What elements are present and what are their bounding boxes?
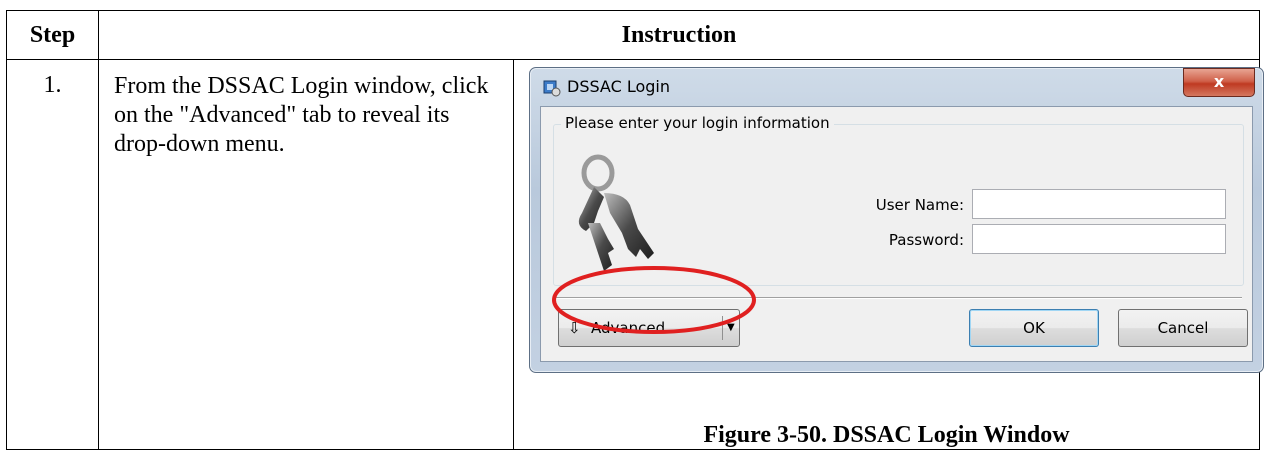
cancel-label: Cancel: [1157, 319, 1209, 337]
cancel-button[interactable]: Cancel: [1118, 309, 1248, 347]
login-groupbox: Please enter your login information User…: [553, 114, 1244, 286]
app-icon: [543, 79, 561, 97]
down-arrow-icon: ⇩: [568, 319, 581, 337]
password-input[interactable]: [972, 224, 1226, 254]
header-step: Step: [6, 10, 99, 60]
group-legend: Please enter your login information: [561, 114, 834, 132]
separator: [553, 297, 1242, 299]
username-label: User Name:: [875, 196, 964, 214]
close-icon: x: [1213, 72, 1225, 91]
ok-label: OK: [1023, 319, 1045, 337]
instruction-text: From the DSSAC Login window, click on th…: [98, 59, 514, 450]
ok-button[interactable]: OK: [969, 309, 1099, 347]
username-input[interactable]: [972, 189, 1226, 219]
figure-cell: DSSAC Login x Please enter your login in…: [513, 59, 1264, 450]
dialog-body: Please enter your login information User…: [540, 106, 1253, 362]
dropdown-arrow-icon[interactable]: ▼: [727, 310, 735, 346]
password-label: Password:: [888, 231, 964, 249]
figure-caption: Figure 3-50. DSSAC Login Window: [703, 422, 1070, 448]
header-instruction: Instruction: [98, 10, 1260, 60]
instruction-table: Step Instruction 1. From the DSSAC Login…: [6, 10, 1264, 450]
split-divider: [722, 316, 723, 340]
close-button[interactable]: x: [1183, 68, 1255, 97]
dialog-title: DSSAC Login: [567, 77, 671, 96]
login-dialog: DSSAC Login x Please enter your login in…: [529, 67, 1264, 373]
advanced-label: Advanced: [591, 319, 666, 337]
advanced-button[interactable]: ⇩ Advanced ▼: [558, 309, 740, 347]
title-bar[interactable]: DSSAC Login x: [530, 68, 1263, 106]
step-number: 1.: [6, 59, 99, 450]
keys-icon: [564, 153, 664, 283]
